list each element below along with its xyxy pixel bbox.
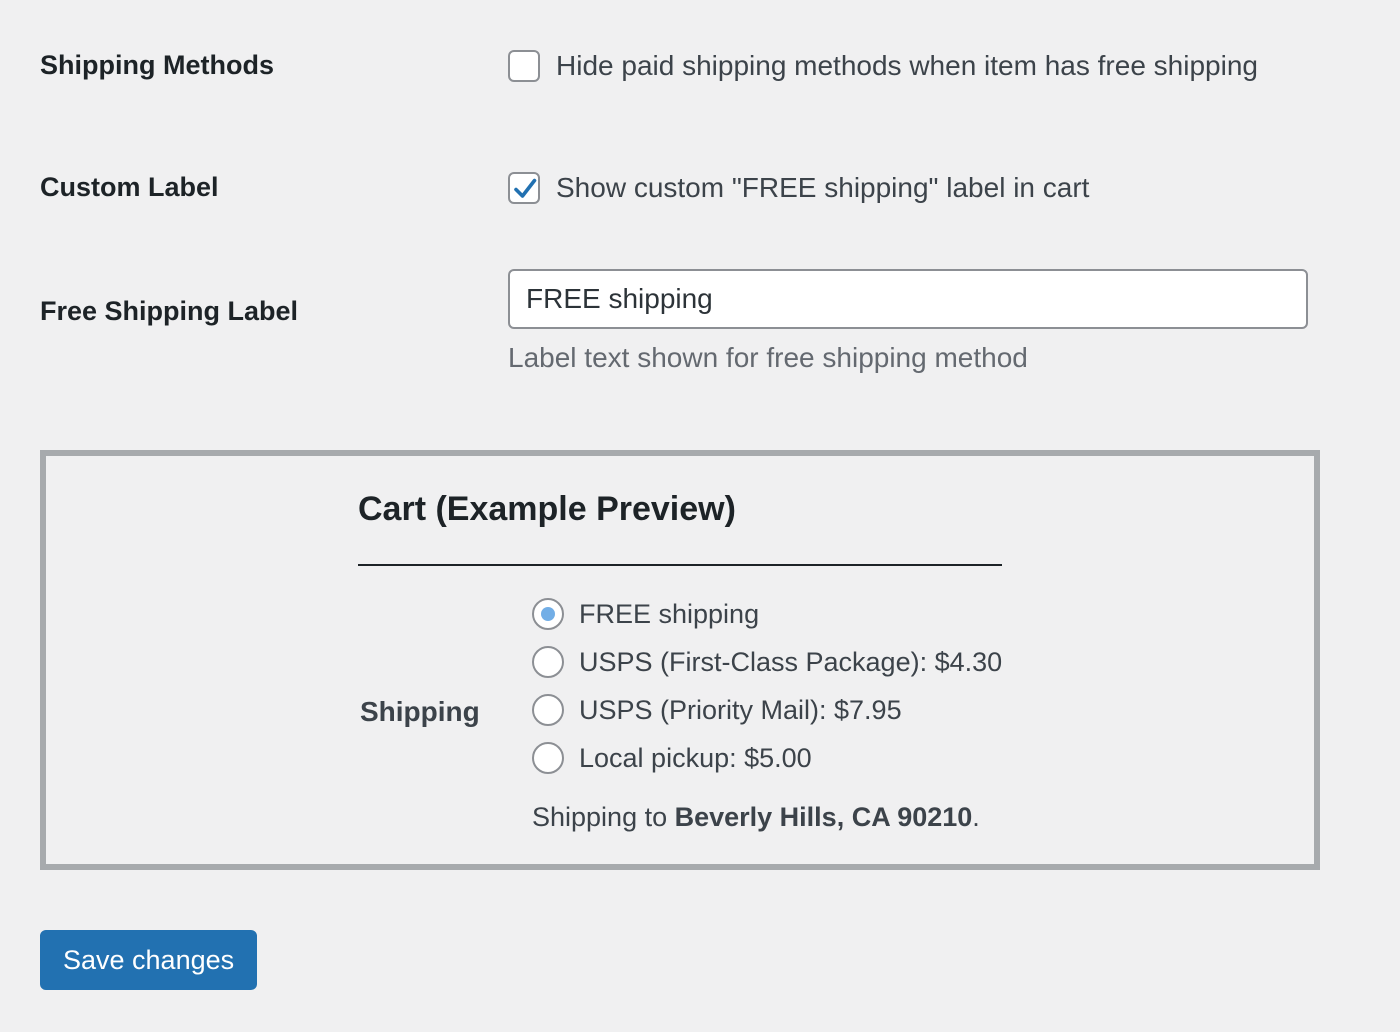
save-changes-button[interactable]: Save changes <box>40 930 258 990</box>
custom-label-label: Custom Label <box>40 172 219 202</box>
shipping-option-usps-first-class[interactable]: USPS (First-Class Package): $4.30 <box>532 638 1002 686</box>
shipping-option-label[interactable]: FREE shipping <box>579 599 759 630</box>
shipping-option-label[interactable]: USPS (Priority Mail): $7.95 <box>579 695 902 726</box>
shipping-option-free[interactable]: FREE shipping <box>532 590 1002 638</box>
shipping-destination-location: Beverly Hills, CA 90210 <box>674 802 973 832</box>
cart-preview-title: Cart (Example Preview) <box>358 490 736 528</box>
cart-shipping-label: Shipping <box>360 696 480 727</box>
radio-button[interactable] <box>532 742 564 774</box>
free-shipping-label-label: Free Shipping Label <box>40 296 299 326</box>
radio-button-selected[interactable] <box>532 598 564 630</box>
free-shipping-label-help-text: Label text shown for free shipping metho… <box>508 342 1028 373</box>
show-custom-label-checkbox-label[interactable]: Show custom "FREE shipping" label in car… <box>556 172 1089 204</box>
hide-paid-methods-checkbox-label[interactable]: Hide paid shipping methods when item has… <box>556 50 1258 82</box>
shipping-destination-prefix: Shipping to <box>532 802 675 832</box>
cart-preview-divider <box>358 564 1002 566</box>
cart-preview-panel: Cart (Example Preview) Shipping FREE shi… <box>40 450 1320 870</box>
hide-paid-methods-checkbox[interactable] <box>508 50 540 82</box>
shipping-option-label[interactable]: Local pickup: $5.00 <box>579 743 812 774</box>
shipping-destination-suffix: . <box>972 802 980 832</box>
shipping-option-label[interactable]: USPS (First-Class Package): $4.30 <box>579 647 1002 678</box>
shipping-methods-label: Shipping Methods <box>40 50 274 80</box>
checkmark-icon <box>514 178 537 198</box>
shipping-option-usps-priority[interactable]: USPS (Priority Mail): $7.95 <box>532 686 1002 734</box>
radio-button[interactable] <box>532 646 564 678</box>
show-custom-label-checkbox[interactable] <box>508 172 540 204</box>
free-shipping-label-input[interactable]: FREE shipping <box>508 269 1308 329</box>
radio-button[interactable] <box>532 694 564 726</box>
hide-paid-methods-option[interactable]: Hide paid shipping methods when item has… <box>508 50 1258 82</box>
shipping-options-list: FREE shipping USPS (First-Class Package)… <box>532 590 1002 782</box>
shipping-option-local-pickup[interactable]: Local pickup: $5.00 <box>532 734 1002 782</box>
shipping-destination: Shipping to Beverly Hills, CA 90210. <box>532 802 980 833</box>
show-custom-label-option[interactable]: Show custom "FREE shipping" label in car… <box>508 172 1089 204</box>
